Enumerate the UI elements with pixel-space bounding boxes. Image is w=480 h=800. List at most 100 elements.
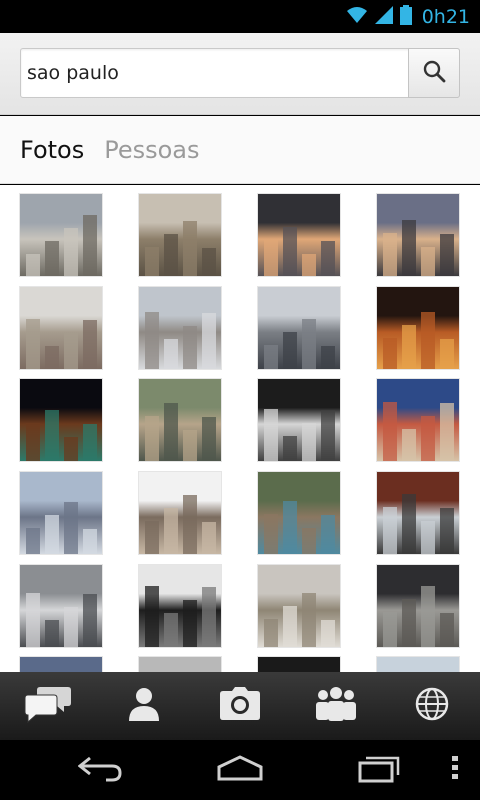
recent-apps-icon	[358, 753, 402, 787]
person-icon	[126, 686, 162, 726]
photo-cat-grass[interactable]	[257, 471, 341, 555]
home-button[interactable]	[210, 750, 270, 790]
photo-detail	[321, 346, 335, 369]
photo-aerial-city-1[interactable]	[19, 193, 103, 277]
chat-icon	[24, 685, 72, 727]
menu-button[interactable]	[440, 750, 470, 790]
wifi-icon	[346, 6, 368, 28]
photo-church-sunset[interactable]	[257, 193, 341, 277]
photo-detail	[402, 599, 416, 647]
photo-detail	[26, 423, 40, 461]
photo-detail	[283, 606, 297, 647]
back-icon	[77, 754, 122, 786]
photo-aerial-green[interactable]	[138, 378, 222, 462]
photo-detail	[283, 436, 297, 461]
photo-partial-2[interactable]	[138, 656, 222, 672]
photo-partial-3[interactable]	[257, 656, 341, 672]
photo-detail	[145, 312, 159, 369]
photo-detail	[202, 248, 216, 276]
photo-detail	[283, 332, 297, 369]
photo-detail	[264, 240, 278, 276]
tab-fotos[interactable]: Fotos	[20, 136, 84, 164]
photo-detail	[183, 221, 197, 276]
photo-market-red[interactable]	[376, 471, 460, 555]
battery-icon	[399, 4, 412, 29]
photo-palace-sky[interactable]	[376, 193, 460, 277]
group-icon	[314, 686, 358, 726]
photo-detail	[402, 494, 416, 554]
photo-detail	[145, 586, 159, 647]
photo-detail	[164, 339, 178, 369]
status-bar: 0h21	[0, 0, 480, 33]
photo-detail	[421, 247, 435, 276]
photo-partial-4[interactable]	[376, 656, 460, 672]
photo-cloudy-sky[interactable]	[376, 564, 460, 648]
photo-detail	[83, 594, 97, 647]
search-header	[0, 33, 480, 115]
tab-pessoas[interactable]: Pessoas	[104, 136, 199, 164]
photo-detail	[45, 346, 59, 369]
photo-detail	[164, 234, 178, 276]
photo-detail	[202, 587, 216, 647]
photo-detail	[321, 410, 335, 461]
photo-detail	[321, 515, 335, 554]
signal-icon	[374, 5, 394, 29]
photo-detail	[183, 430, 197, 461]
photo-partial-1[interactable]	[19, 656, 103, 672]
photo-detail	[45, 515, 59, 554]
photo-detail	[83, 424, 97, 461]
photo-city-night-orange[interactable]	[376, 286, 460, 370]
photo-detail	[440, 508, 454, 554]
photo-detail	[45, 620, 59, 647]
search-input[interactable]	[27, 49, 407, 97]
nav-camera-button[interactable]	[205, 676, 275, 736]
photo-street-art[interactable]	[376, 378, 460, 462]
photo-detail	[383, 402, 397, 461]
photo-detail	[264, 345, 278, 369]
photo-detail	[283, 227, 297, 276]
recent-apps-button[interactable]	[350, 750, 410, 790]
photo-night-lights-water[interactable]	[19, 378, 103, 462]
photo-detail	[302, 528, 316, 554]
search-button[interactable]	[408, 48, 460, 98]
photo-calcadao-pattern[interactable]	[257, 378, 341, 462]
photo-detail	[440, 234, 454, 276]
photo-detail	[421, 586, 435, 647]
photo-detail	[264, 514, 278, 554]
photo-detail	[321, 620, 335, 647]
nav-profile-button[interactable]	[109, 676, 179, 736]
photo-city-daylight[interactable]	[257, 564, 341, 648]
photo-river-bridge[interactable]	[257, 286, 341, 370]
photo-kittens[interactable]	[138, 471, 222, 555]
photo-skyscrapers-blue[interactable]	[19, 471, 103, 555]
photo-detail	[145, 416, 159, 461]
nav-groups-button[interactable]	[301, 676, 371, 736]
back-button[interactable]	[70, 750, 130, 790]
camera-icon	[219, 687, 261, 725]
nav-chat-button[interactable]	[13, 676, 83, 736]
menu-icon	[452, 756, 458, 784]
photo-bw-skyline[interactable]	[19, 564, 103, 648]
photo-bw-avenue[interactable]	[138, 564, 222, 648]
photo-detail	[440, 339, 454, 369]
nav-explore-button[interactable]	[397, 676, 467, 736]
photo-detail	[383, 612, 397, 647]
photo-detail	[321, 241, 335, 276]
tab-bar: Fotos Pessoas	[0, 116, 480, 184]
globe-icon	[415, 687, 449, 725]
photo-detail	[164, 508, 178, 554]
photo-detail	[302, 423, 316, 461]
photo-detail	[164, 403, 178, 461]
photo-street-buildings[interactable]	[19, 286, 103, 370]
photo-downtown-towers[interactable]	[138, 286, 222, 370]
photo-detail	[26, 254, 40, 276]
photo-detail	[45, 241, 59, 276]
photo-detail	[421, 312, 435, 369]
photo-historic-building[interactable]	[138, 193, 222, 277]
photo-detail	[26, 528, 40, 554]
photo-detail	[45, 410, 59, 461]
photo-detail	[83, 529, 97, 554]
photo-detail	[302, 319, 316, 369]
photo-detail	[440, 403, 454, 461]
photo-detail	[202, 522, 216, 554]
